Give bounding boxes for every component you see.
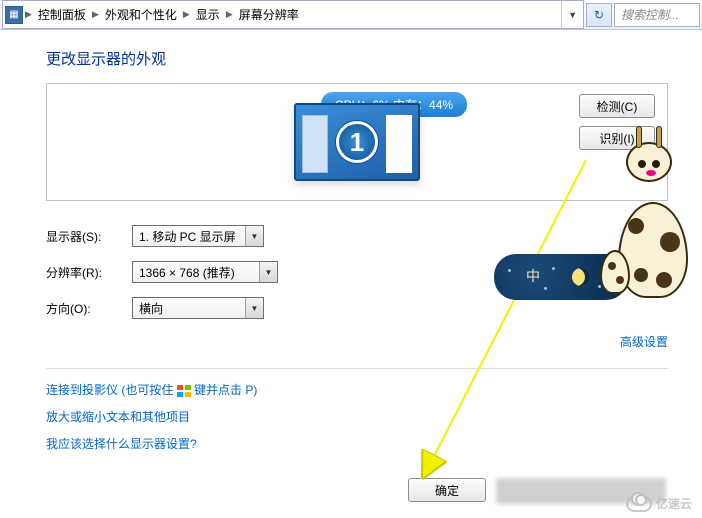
display-select[interactable]: 1. 移动 PC 显示屏 ▼ — [132, 225, 264, 247]
identify-button[interactable]: 识别(I) — [579, 126, 655, 150]
page-title: 更改显示器的外观 — [46, 48, 668, 69]
refresh-button[interactable]: ↻ — [586, 3, 612, 27]
text-size-link[interactable]: 放大或缩小文本和其他项目 — [46, 408, 668, 425]
search-placeholder: 搜索控制... — [621, 6, 679, 23]
chevron-right-icon[interactable]: ▶ — [23, 9, 34, 20]
refresh-icon: ↻ — [594, 8, 604, 22]
chevron-down-icon: ▼ — [259, 262, 277, 282]
projector-link[interactable]: 连接到投影仪 (也可按住 键并点击 P) — [46, 381, 668, 398]
display-label: 显示器(S): — [46, 228, 132, 245]
chevron-right-icon[interactable]: ▶ — [181, 9, 192, 20]
breadcrumb-item[interactable]: 屏幕分辨率 — [235, 6, 303, 23]
chevron-right-icon[interactable]: ▶ — [224, 9, 235, 20]
windows-logo-icon — [177, 385, 191, 397]
breadcrumb[interactable]: ▦ ▶ 控制面板 ▶ 外观和个性化 ▶ 显示 ▶ 屏幕分辨率 ▼ — [2, 0, 584, 29]
monitor-number: 1 — [336, 121, 378, 163]
display-value: 1. 移动 PC 显示屏 — [139, 228, 236, 245]
which-display-link[interactable]: 我应该选择什么显示器设置? — [46, 435, 668, 452]
chevron-down-icon[interactable]: ▼ — [561, 1, 583, 28]
breadcrumb-item[interactable]: 控制面板 — [34, 6, 90, 23]
resolution-select[interactable]: 1366 × 768 (推荐) ▼ — [132, 261, 278, 283]
cloud-icon — [626, 496, 652, 512]
chevron-right-icon[interactable]: ▶ — [90, 9, 101, 20]
control-panel-icon: ▦ — [5, 6, 23, 24]
ok-button[interactable]: 确定 — [408, 478, 486, 502]
advanced-settings-link[interactable]: 高级设置 — [620, 335, 668, 349]
chevron-down-icon: ▼ — [245, 226, 263, 246]
chevron-down-icon: ▼ — [245, 298, 263, 318]
monitor-thumbnail[interactable]: 1 — [294, 103, 420, 181]
orientation-value: 横向 — [139, 300, 163, 317]
resolution-value: 1366 × 768 (推荐) — [139, 264, 235, 281]
orientation-label: 方向(O): — [46, 300, 132, 317]
watermark: 亿速云 — [626, 495, 692, 512]
resolution-label: 分辨率(R): — [46, 264, 132, 281]
display-preview: CPU：6% 内存：44% 1 检测(C) 识别(I) — [46, 83, 668, 201]
address-bar: ▦ ▶ 控制面板 ▶ 外观和个性化 ▶ 显示 ▶ 屏幕分辨率 ▼ ↻ 搜索控制.… — [0, 0, 702, 30]
search-input[interactable]: 搜索控制... — [614, 3, 700, 27]
breadcrumb-item[interactable]: 显示 — [192, 6, 224, 23]
divider — [46, 368, 668, 369]
breadcrumb-item[interactable]: 外观和个性化 — [101, 6, 181, 23]
orientation-select[interactable]: 横向 ▼ — [132, 297, 264, 319]
detect-button[interactable]: 检测(C) — [579, 94, 655, 118]
